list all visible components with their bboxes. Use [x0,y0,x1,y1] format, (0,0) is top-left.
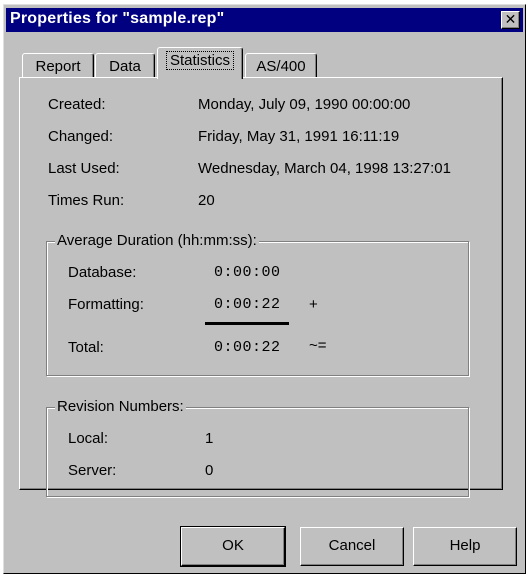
total-value: 0:00:22 [214,339,281,356]
sum-line [205,322,289,325]
server-label: Server: [68,462,117,479]
formatting-label: Formatting: [68,296,144,313]
last-used-label: Last Used: [48,160,120,177]
local-value: 1 [205,430,214,447]
formatting-value: 0:00:22 [214,296,281,313]
changed-value: Friday, May 31, 1991 16:11:19 [198,128,400,145]
database-label: Database: [68,264,137,281]
local-label: Local: [68,430,109,447]
average-duration-title: Average Duration (hh:mm:ss): [55,232,259,249]
total-label: Total: [68,339,104,356]
approx-symbol: ~= [309,337,327,354]
revision-numbers-title: Revision Numbers: [55,398,186,415]
created-value: Monday, July 09, 1990 00:00:00 [198,96,411,113]
database-value: 0:00:00 [214,264,281,281]
plus-symbol: + [309,296,318,313]
last-used-value: Wednesday, March 04, 1998 13:27:01 [198,160,451,177]
server-value: 0 [205,462,214,479]
created-label: Created: [48,96,106,113]
revision-numbers-group: Revision Numbers: [46,398,469,497]
times-run-value: 20 [198,192,215,209]
changed-label: Changed: [48,128,114,145]
times-run-label: Times Run: [48,192,125,209]
